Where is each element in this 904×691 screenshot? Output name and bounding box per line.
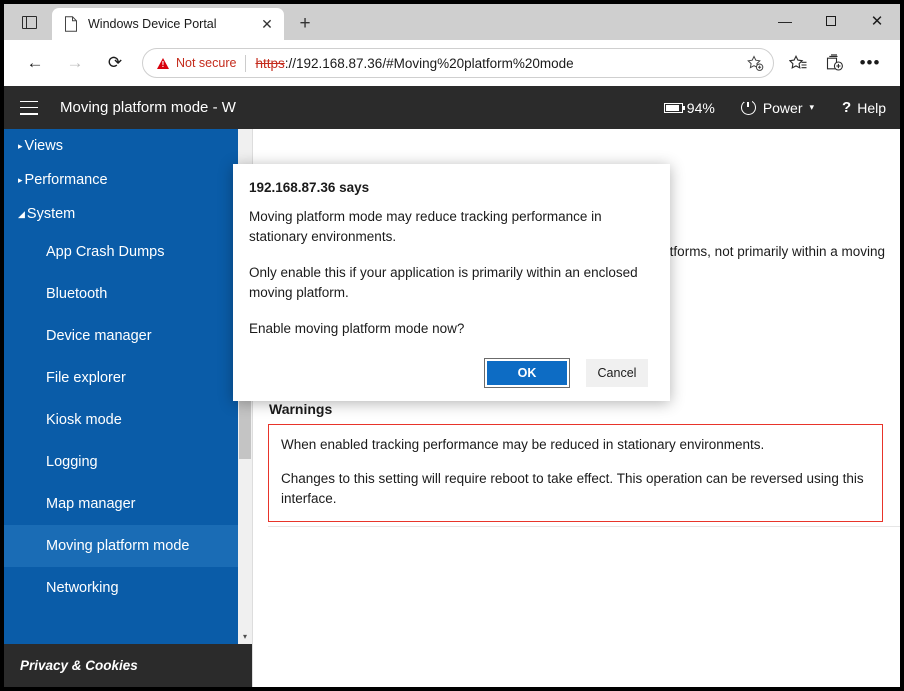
privacy-footer: Privacy & Cookies [4, 644, 252, 687]
page-icon [65, 16, 77, 32]
chevron-right-icon: ▸ [18, 140, 23, 151]
battery-status: 94% [663, 99, 715, 116]
scroll-down-icon[interactable]: ▾ [238, 628, 252, 644]
omnibox-divider [245, 54, 247, 72]
reload-button[interactable]: ⟳ [98, 46, 132, 80]
header-actions: 94% Power ▾ ? Help [663, 97, 886, 116]
dialog-message: Moving platform mode may reduce tracking… [249, 209, 602, 244]
maximize-icon[interactable] [808, 4, 854, 37]
help-label: Help [857, 99, 886, 116]
sidebar-item-device-manager[interactable]: Device manager [4, 315, 252, 357]
chevron-down-icon: ▾ [809, 102, 815, 112]
url-text: https://192.168.87.36/#Moving%20platform… [255, 56, 573, 71]
power-menu-button[interactable]: Power ▾ [740, 97, 815, 116]
tab-strip: Windows Device Portal ✕ + — ✕ [4, 4, 900, 40]
warning-triangle-icon [157, 57, 169, 69]
star-plus-icon[interactable] [741, 50, 769, 76]
tab-search-icon [21, 15, 37, 29]
power-label: Power [762, 99, 803, 116]
browser-settings-button[interactable]: ••• [852, 46, 888, 80]
tab-search-button[interactable] [16, 10, 42, 34]
sidebar-item-logging[interactable]: Logging [4, 441, 252, 483]
sidebar-group-label: System [26, 206, 76, 222]
favorites-list-icon[interactable] [780, 46, 816, 80]
privacy-cookies-link[interactable]: Privacy & Cookies [20, 658, 138, 673]
warning-text: Changes to this setting will require reb… [281, 471, 864, 506]
close-icon[interactable]: ✕ [854, 4, 900, 37]
sidebar-group-system[interactable]: ◢ System [4, 197, 252, 231]
cancel-button[interactable]: Cancel [586, 359, 648, 387]
chevron-down-icon: ◢ [18, 208, 25, 219]
hamburger-menu-icon[interactable] [20, 100, 38, 115]
new-tab-button[interactable]: + [292, 12, 318, 36]
chevron-right-icon: ▸ [18, 174, 23, 185]
security-status-label[interactable]: Not secure [176, 56, 236, 70]
page-viewport: Moving platform mode - W 94% Power ▾ ? H… [4, 86, 900, 687]
power-icon [740, 97, 756, 115]
ok-button[interactable]: OK [484, 358, 570, 388]
page-title: Moving platform mode - W [60, 99, 236, 116]
window-controls: — ✕ [762, 4, 900, 37]
content-divider [268, 526, 900, 527]
tab-title: Windows Device Portal [88, 17, 217, 31]
back-button[interactable]: ← [18, 46, 52, 80]
sidebar-group-label: Views [24, 138, 63, 154]
help-button[interactable]: ? Help [842, 99, 886, 116]
sidebar-item-bluetooth[interactable]: Bluetooth [4, 273, 252, 315]
close-icon[interactable]: ✕ [256, 13, 278, 35]
question-mark-icon: ? [842, 99, 852, 116]
battery-percent-label: 94% [686, 99, 715, 116]
dialog-buttons: OK Cancel [249, 358, 648, 388]
url-rest: ://192.168.87.36/#Moving%20platform%20mo… [284, 55, 574, 71]
warnings-heading: Warnings [269, 401, 333, 417]
sidebar-item-file-explorer[interactable]: File explorer [4, 357, 252, 399]
app-header: Moving platform mode - W 94% Power ▾ ? H… [4, 86, 900, 129]
sidebar-group-views[interactable]: ▸ Views [4, 129, 252, 163]
address-bar[interactable]: Not secure https://192.168.87.36/#Moving… [142, 48, 774, 78]
sidebar-group-label: Performance [24, 172, 108, 188]
sidebar-item-map-manager[interactable]: Map manager [4, 483, 252, 525]
warning-text: When enabled tracking performance may be… [281, 437, 765, 452]
minimize-icon[interactable]: — [762, 4, 808, 37]
dialog-message: Only enable this if your application is … [249, 265, 638, 300]
sidebar-item-networking[interactable]: Networking [4, 567, 252, 609]
screen: Windows Device Portal ✕ + — ✕ ← → ⟳ Not … [0, 0, 904, 691]
forward-button[interactable]: → [58, 46, 92, 80]
sidebar: ▸ Views ▸ Performance ◢ System App Crash… [4, 129, 252, 644]
sidebar-group-performance[interactable]: ▸ Performance [4, 163, 252, 197]
collections-icon[interactable] [816, 46, 852, 80]
sidebar-item-app-crash-dumps[interactable]: App Crash Dumps [4, 231, 252, 273]
dialog-message: Enable moving platform mode now? [249, 321, 465, 336]
browser-window: Windows Device Portal ✕ + — ✕ ← → ⟳ Not … [4, 4, 900, 687]
javascript-confirm-dialog: 192.168.87.36 says Moving platform mode … [233, 164, 670, 401]
url-scheme: https [255, 55, 285, 71]
browser-toolbar: ← → ⟳ Not secure https://192.168.87.36/#… [4, 40, 900, 86]
warnings-box: When enabled tracking performance may be… [268, 424, 883, 522]
browser-tab[interactable]: Windows Device Portal ✕ [52, 8, 284, 40]
battery-icon [663, 102, 686, 113]
sidebar-item-kiosk-mode[interactable]: Kiosk mode [4, 399, 252, 441]
dialog-title: 192.168.87.36 says [249, 180, 370, 195]
sidebar-item-moving-platform-mode[interactable]: Moving platform mode [4, 525, 252, 567]
